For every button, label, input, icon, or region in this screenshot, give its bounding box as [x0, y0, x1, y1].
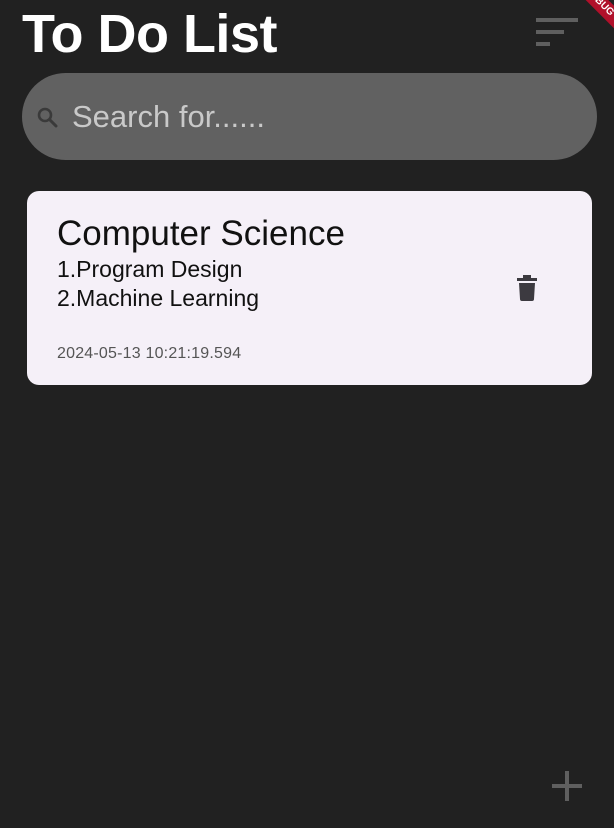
search-icon: [37, 107, 58, 128]
search-input[interactable]: [72, 73, 572, 160]
note-line: 1.Program Design: [57, 256, 243, 282]
add-note-button[interactable]: [545, 764, 589, 808]
note-title: Computer Science: [57, 214, 345, 253]
sort-lines-icon: [536, 18, 578, 46]
note-card[interactable]: Computer Science 1.Program Design 2.Mach…: [27, 191, 592, 385]
page-title: To Do List: [22, 4, 277, 64]
note-timestamp: 2024-05-13 10:21:19.594: [57, 345, 242, 362]
search-bar[interactable]: [22, 73, 597, 160]
trash-icon: [517, 275, 537, 301]
delete-note-button[interactable]: [511, 272, 543, 304]
plus-icon: [552, 771, 582, 801]
note-line: 2.Machine Learning: [57, 285, 260, 311]
sort-button[interactable]: [530, 14, 584, 54]
